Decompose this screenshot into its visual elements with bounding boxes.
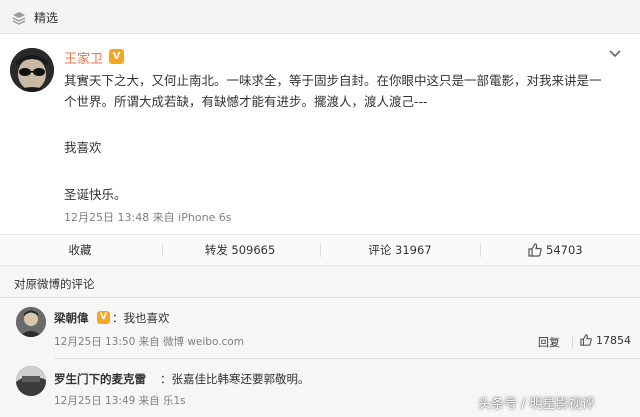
vip-badge: V bbox=[109, 49, 124, 64]
weibo-post: 王家卫 V 其實天下之大，又何止南北。一味求全，等于固步自封。在你眼中这只是一部… bbox=[0, 34, 640, 234]
post-text: 其實天下之大，又何止南北。一味求全，等于固步自封。在你眼中这只是一部電影，对我来… bbox=[64, 70, 630, 112]
post-meta: 12月25日 13:48 来自 iPhone 6s bbox=[64, 211, 232, 224]
action-separator bbox=[320, 243, 321, 257]
commenter-avatar[interactable] bbox=[16, 307, 46, 337]
comment-text: ：张嘉佳比韩寒还要郭敬明。 bbox=[160, 372, 310, 386]
comment-meta: 12月25日 13:50 来自 微博 weibo.com bbox=[54, 336, 244, 348]
vip-badge: V bbox=[97, 311, 110, 324]
top-bar: 精选 bbox=[0, 0, 640, 34]
comment-meta: 12月25日 13:49 来自 乐1s bbox=[54, 395, 186, 407]
comments-title: 对原微博的评论 bbox=[14, 277, 95, 291]
action-separator bbox=[162, 243, 163, 257]
post-text-line: 个世界。所谓大成若缺，有缺憾才能有进步。擺渡人，渡人渡己--- bbox=[64, 94, 428, 109]
commenter-avatar[interactable] bbox=[16, 366, 46, 396]
like-count: 54703 bbox=[546, 243, 583, 257]
featured-icon bbox=[12, 10, 26, 25]
watermark: 头条号 / 明星影视评 bbox=[478, 397, 595, 412]
thumbs-up-icon bbox=[580, 334, 592, 346]
comment-button[interactable]: 评论 31967 bbox=[350, 235, 450, 265]
repost-button[interactable]: 转发 509665 bbox=[190, 235, 290, 265]
commenter-name[interactable]: 罗生门下的麦克雷 bbox=[54, 371, 146, 387]
commenter-name[interactable]: 梁朝偉 bbox=[54, 310, 89, 326]
comment-divider bbox=[54, 358, 640, 359]
post-actions: 收藏 转发 509665 评论 31967 54703 bbox=[0, 234, 640, 266]
comment-like-count: 17854 bbox=[596, 334, 631, 347]
author-avatar[interactable] bbox=[10, 48, 54, 92]
action-separator bbox=[572, 336, 573, 348]
collect-button[interactable]: 收藏 bbox=[40, 235, 120, 265]
like-button[interactable]: 54703 bbox=[528, 235, 584, 265]
comment-text: ：我也喜欢 bbox=[112, 311, 170, 325]
chevron-down-icon[interactable] bbox=[608, 44, 622, 58]
thumbs-up-icon bbox=[528, 243, 542, 257]
post-paragraph: 圣诞快乐。 bbox=[64, 187, 127, 202]
post-paragraph: 我喜欢 bbox=[64, 140, 102, 155]
comments-divider bbox=[0, 297, 640, 298]
reply-button[interactable]: 回复 bbox=[538, 334, 560, 350]
featured-label: 精选 bbox=[34, 11, 59, 25]
action-separator bbox=[480, 243, 481, 257]
author-name[interactable]: 王家卫 bbox=[64, 48, 103, 67]
post-text-line: 其實天下之大，又何止南北。一味求全，等于固步自封。在你眼中这只是一部電影，对我来… bbox=[64, 73, 602, 88]
